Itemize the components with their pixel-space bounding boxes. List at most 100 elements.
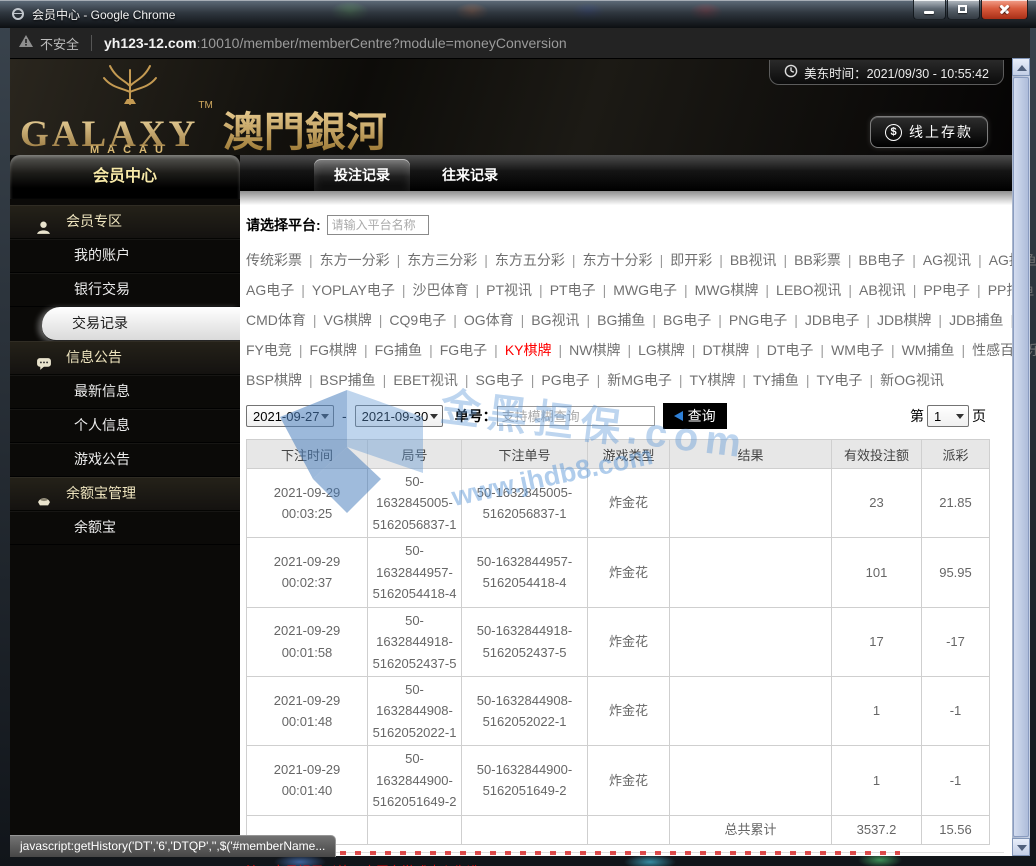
order-number-input[interactable] <box>497 406 655 426</box>
platform-link[interactable]: BG电子 <box>663 312 711 328</box>
url-text[interactable]: yh123-12.com:10010/member/memberCentre?m… <box>104 35 567 51</box>
separator: | <box>891 342 895 358</box>
platform-link[interactable]: TY捕鱼 <box>753 372 799 388</box>
sidebar-item-yuebao[interactable]: 余额宝 <box>10 511 240 545</box>
platform-link[interactable]: 东方三分彩 <box>407 252 477 268</box>
platform-link[interactable]: PP电子 <box>923 282 970 298</box>
deposit-button[interactable]: $ 线上存款 <box>870 116 988 148</box>
scroll-down-button[interactable] <box>1012 838 1030 856</box>
sidebar-item-yuebao-manage[interactable]: 余额宝管理 <box>10 477 240 511</box>
column-header: 下注时间 <box>247 440 368 469</box>
platform-link[interactable]: LG棋牌 <box>638 342 685 358</box>
platform-link[interactable]: YOPLAY电子 <box>312 282 395 298</box>
platform-link[interactable]: FY电竞 <box>246 342 292 358</box>
platform-link[interactable]: 东方十分彩 <box>583 252 653 268</box>
platform-link[interactable]: AB视讯 <box>859 282 906 298</box>
platform-link[interactable]: PNG电子 <box>729 312 787 328</box>
platform-link[interactable]: PT电子 <box>550 282 596 298</box>
platform-link[interactable]: DT棋牌 <box>702 342 749 358</box>
platform-link[interactable]: SG电子 <box>476 372 524 388</box>
platform-link[interactable]: 东方五分彩 <box>495 252 565 268</box>
platform-link[interactable]: NW棋牌 <box>569 342 620 358</box>
platform-link[interactable]: BSP棋牌 <box>246 372 302 388</box>
platform-name-input[interactable] <box>327 215 429 235</box>
tab-bet-records[interactable]: 投注记录 <box>314 159 410 191</box>
platform-link[interactable]: PG电子 <box>541 372 589 388</box>
search-button[interactable]: 查询 <box>663 403 727 429</box>
platform-link[interactable]: TY电子 <box>817 372 863 388</box>
minimize-icon <box>924 11 934 14</box>
scrollbar-thumb[interactable] <box>1013 77 1029 837</box>
blue-arrow-icon <box>674 411 683 421</box>
platform-link[interactable]: BG视讯 <box>531 312 579 328</box>
platform-link[interactable]: BG捕鱼 <box>597 312 645 328</box>
platform-link[interactable]: OG体育 <box>464 312 514 328</box>
minimize-button[interactable] <box>913 0 946 20</box>
platform-link[interactable]: 新OG视讯 <box>880 372 944 388</box>
platform-link[interactable]: KY棋牌 <box>505 342 552 358</box>
page-prefix: 第 <box>910 406 924 426</box>
platform-link[interactable]: CQ9电子 <box>389 312 446 328</box>
separator: | <box>977 282 981 298</box>
platform-row: 传统彩票|东方一分彩|东方三分彩|东方五分彩|东方十分彩|即开彩|BB视讯|BB… <box>246 245 1012 275</box>
sidebar-item-my-account[interactable]: 我的账户 <box>10 239 240 273</box>
platform-link[interactable]: EBET视讯 <box>393 372 458 388</box>
close-button[interactable] <box>981 0 1028 20</box>
platform-link[interactable]: VG棋牌 <box>324 312 372 328</box>
search-button-label: 查询 <box>688 406 716 426</box>
platform-link[interactable]: JDB捕鱼 <box>949 312 1003 328</box>
separator: | <box>559 342 563 358</box>
platform-link[interactable]: AG电子 <box>246 282 294 298</box>
platform-link[interactable]: FG棋牌 <box>310 342 357 358</box>
sidebar-item-game-announcement[interactable]: 游戏公告 <box>10 443 240 477</box>
platform-link[interactable]: TY棋牌 <box>689 372 735 388</box>
platform-link[interactable]: LEBO视讯 <box>776 282 841 298</box>
platform-link[interactable]: AG视讯 <box>923 252 971 268</box>
date-to-select[interactable]: 2021-09-30 <box>355 405 443 427</box>
platform-link[interactable]: WM电子 <box>831 342 884 358</box>
platform-link[interactable]: CMD体育 <box>246 312 306 328</box>
platform-link[interactable]: PT视讯 <box>486 282 532 298</box>
sidebar-item-info-announcement[interactable]: 信息公告 <box>10 341 240 375</box>
platform-link[interactable]: MWG棋牌 <box>695 282 759 298</box>
cell-round-no: 50-1632844957-5162054418-4 <box>368 538 462 607</box>
platform-link[interactable]: DT电子 <box>767 342 814 358</box>
column-header: 结果 <box>670 440 832 469</box>
maximize-icon <box>958 5 967 13</box>
platform-link[interactable]: BB视讯 <box>730 252 777 268</box>
platform-link[interactable]: 东方一分彩 <box>320 252 390 268</box>
platform-link[interactable]: MWG电子 <box>613 282 677 298</box>
platform-link[interactable]: 新MG电子 <box>607 372 672 388</box>
cell-bet-no: 50-1632844957-5162054418-4 <box>462 538 588 607</box>
sidebar-item-member-zone[interactable]: 会员专区 <box>10 205 240 239</box>
vertical-scrollbar[interactable] <box>1012 58 1030 856</box>
platform-link[interactable]: BSP捕鱼 <box>320 372 376 388</box>
date-from-select[interactable]: 2021-09-27 <box>246 405 334 427</box>
sidebar-item-latest-info[interactable]: 最新信息 <box>10 375 240 409</box>
chevron-down-icon <box>430 414 438 419</box>
maximize-button[interactable] <box>947 0 980 20</box>
platform-link[interactable]: WM捕鱼 <box>902 342 955 358</box>
sidebar-item-bank-transaction[interactable]: 银行交易 <box>10 273 240 307</box>
separator: | <box>718 312 722 328</box>
site-header: GALAXYTM澳門銀河 MACAU 美东时间：2021/09/30 - 10:… <box>10 58 1012 155</box>
platform-link[interactable]: 即开彩 <box>670 252 712 268</box>
address-bar[interactable]: 不安全 yh123-12.com:10010/member/memberCent… <box>10 28 1030 59</box>
page-select[interactable]: 1 <box>927 405 969 427</box>
platform-link[interactable]: BB彩票 <box>794 252 841 268</box>
cell-payout: -1 <box>922 746 990 815</box>
sidebar-item-transaction-records[interactable]: 交易记录 <box>42 307 240 341</box>
platform-link[interactable]: 传统彩票 <box>246 252 302 268</box>
platform-link[interactable]: FG电子 <box>440 342 487 358</box>
platform-link[interactable]: 沙巴体育 <box>413 282 469 298</box>
platform-link[interactable]: FG捕鱼 <box>375 342 422 358</box>
platform-link[interactable]: BB电子 <box>859 252 906 268</box>
separator: | <box>660 252 664 268</box>
scroll-up-button[interactable] <box>1012 58 1030 76</box>
tab-transfer-records[interactable]: 往来记录 <box>422 159 518 191</box>
cell-time: 2021-09-29 00:01:48 <box>247 676 368 745</box>
platform-link[interactable]: JDB电子 <box>805 312 859 328</box>
sidebar-item-personal-info[interactable]: 个人信息 <box>10 409 240 443</box>
separator: | <box>531 372 535 388</box>
platform-link[interactable]: JDB棋牌 <box>877 312 931 328</box>
